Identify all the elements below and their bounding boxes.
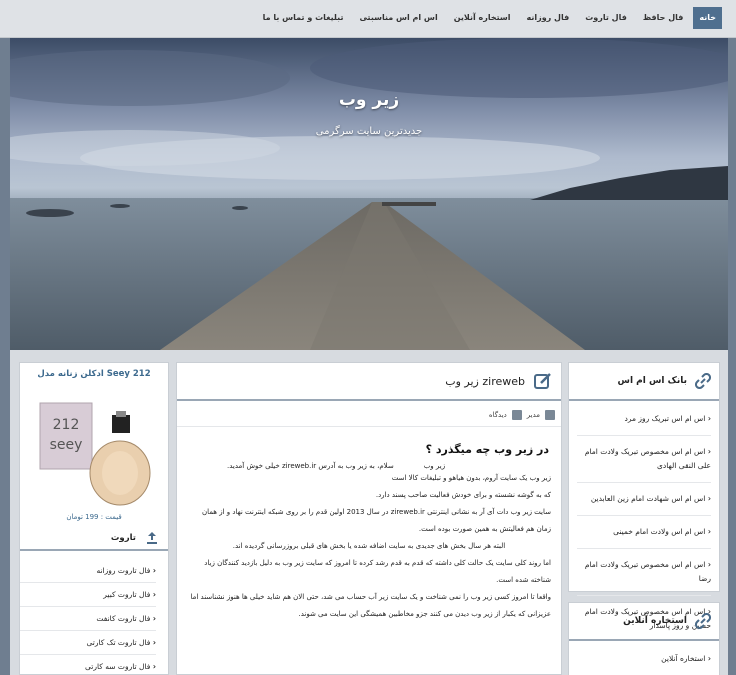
list-item[interactable]: اس ام اس مخصوص تبریک ولادت امام علی النق… bbox=[577, 436, 711, 483]
list-item[interactable]: اس ام اس مخصوص تبریک ولادت امام رضا bbox=[577, 549, 711, 596]
post-meta: مدیر دیدگاه bbox=[177, 403, 561, 427]
lake-pier-image bbox=[10, 38, 728, 350]
comment-icon bbox=[511, 409, 522, 420]
post-header: زیر وب zireweb bbox=[177, 363, 561, 401]
link-icon bbox=[695, 373, 711, 389]
left-sidebar: ادکلن زنانه مدل Seey 212 212 seey قیمت :… bbox=[19, 362, 169, 675]
list-item[interactable]: فال تاروت کبیر bbox=[20, 583, 156, 607]
nav-list: خانه فال حافظ فال تاروت فال روزانه استخا… bbox=[257, 7, 722, 29]
list-item[interactable]: فال تاروت کانفت bbox=[20, 607, 156, 631]
tarot-widget-header: تاروت bbox=[20, 527, 168, 551]
site-tagline: جدیدترین سایت سرگرمی bbox=[315, 126, 423, 137]
post-intro: سلام، به زیر وب به آدرس zireweb.ir خیلی … bbox=[227, 462, 394, 470]
nav-item-occasion-sms[interactable]: اس ام اس مناسبتی bbox=[353, 7, 443, 29]
tarot-widget-title: تاروت bbox=[110, 533, 136, 543]
post-title[interactable]: در زیر وب چه میگذرد ؟ bbox=[177, 427, 561, 462]
list-item[interactable]: فال تاروت تک کارتی bbox=[20, 631, 156, 655]
post-paragraph: البته هر سال بخش های جدیدی به سایت اضافه… bbox=[232, 542, 506, 550]
post-author[interactable]: مدیر bbox=[527, 411, 540, 419]
post-header-title[interactable]: زیر وب zireweb bbox=[445, 375, 525, 388]
header-banner: زیر وب جدیدترین سایت سرگرمی bbox=[10, 38, 728, 350]
list-item[interactable]: فال تاروت سه کارتی bbox=[20, 655, 156, 675]
tarot-list: فال تاروت روزانه فال تاروت کبیر فال تارو… bbox=[20, 559, 168, 675]
main-post: زیر وب zireweb مدیر دیدگاه در زیر وب چه … bbox=[176, 362, 562, 675]
nav-item-istikhara[interactable]: استخاره آنلاین bbox=[448, 7, 517, 29]
sms-widget: بانک اس ام اس اس ام اس تبریک روز مرد اس … bbox=[568, 362, 720, 643]
ad-box-number: 212 bbox=[53, 417, 80, 433]
nav-item-home[interactable]: خانه bbox=[693, 7, 722, 29]
user-icon bbox=[545, 409, 555, 420]
perfume-ad-image[interactable]: 212 seey bbox=[38, 393, 152, 513]
list-item[interactable]: اس ام اس شهادت امام زین العابدین bbox=[577, 483, 711, 516]
post-paragraph: واقعا تا امروز کسی زیر وب را نمی شناخت و… bbox=[190, 593, 551, 618]
istikhara-widget-title: استخاره آنلاین bbox=[623, 616, 687, 626]
right-sidebar: بانک اس ام اس اس ام اس تبریک روز مرد اس … bbox=[568, 362, 720, 675]
link-icon bbox=[695, 613, 711, 629]
nav-item-tarot[interactable]: فال تاروت bbox=[579, 7, 633, 29]
sms-widget-title: بانک اس ام اس bbox=[617, 376, 687, 386]
sms-widget-header: بانک اس ام اس bbox=[569, 363, 719, 401]
list-item[interactable]: فال تاروت روزانه bbox=[20, 559, 156, 583]
post-paragraph: زیر وب یک سایت آروم، بدون هیاهو و تبلیغا… bbox=[391, 474, 551, 482]
ad-price: قیمت : 199 تومان bbox=[66, 513, 122, 521]
istikhara-list: استخاره آنلاین bbox=[569, 641, 719, 675]
nav-item-daily-fortune[interactable]: فال روزانه bbox=[520, 7, 575, 29]
post-intro-line: سلام، به زیر وب به آدرس zireweb.ir خیلی … bbox=[187, 462, 551, 470]
ad-box-brand: seey bbox=[50, 437, 83, 453]
post-paragraph: سایت زیر وب دات آی آر به نشانی اینترنتی … bbox=[201, 508, 551, 533]
list-item[interactable]: اس ام اس تبریک روز مرد bbox=[577, 403, 711, 436]
list-item[interactable]: اس ام اس ولادت امام خمینی bbox=[577, 516, 711, 549]
post-brand-label: زیر وب bbox=[423, 462, 446, 470]
post-category[interactable]: دیدگاه bbox=[489, 411, 507, 419]
list-item[interactable]: استخاره آنلاین bbox=[577, 643, 711, 675]
upload-icon bbox=[147, 532, 157, 544]
top-navbar: خانه فال حافظ فال تاروت فال روزانه استخا… bbox=[0, 0, 736, 38]
nav-item-hafez[interactable]: فال حافظ bbox=[637, 7, 690, 29]
nav-item-contact[interactable]: تبلیغات و تماس با ما bbox=[257, 7, 350, 29]
site-title[interactable]: زیر وب bbox=[10, 90, 728, 110]
post-paragraph: که به گوشه نشسته و برای خودش فعالیت صاحب… bbox=[375, 491, 551, 499]
edit-icon bbox=[534, 373, 551, 389]
ad-title[interactable]: ادکلن زنانه مدل Seey 212 bbox=[20, 363, 168, 379]
post-paragraph: اما روند کلی سایت یک حالت کلی داشته که ق… bbox=[204, 559, 551, 584]
post-body: سلام، به زیر وب به آدرس zireweb.ir خیلی … bbox=[177, 462, 561, 623]
sms-list: اس ام اس تبریک روز مرد اس ام اس مخصوص تب… bbox=[569, 401, 719, 643]
